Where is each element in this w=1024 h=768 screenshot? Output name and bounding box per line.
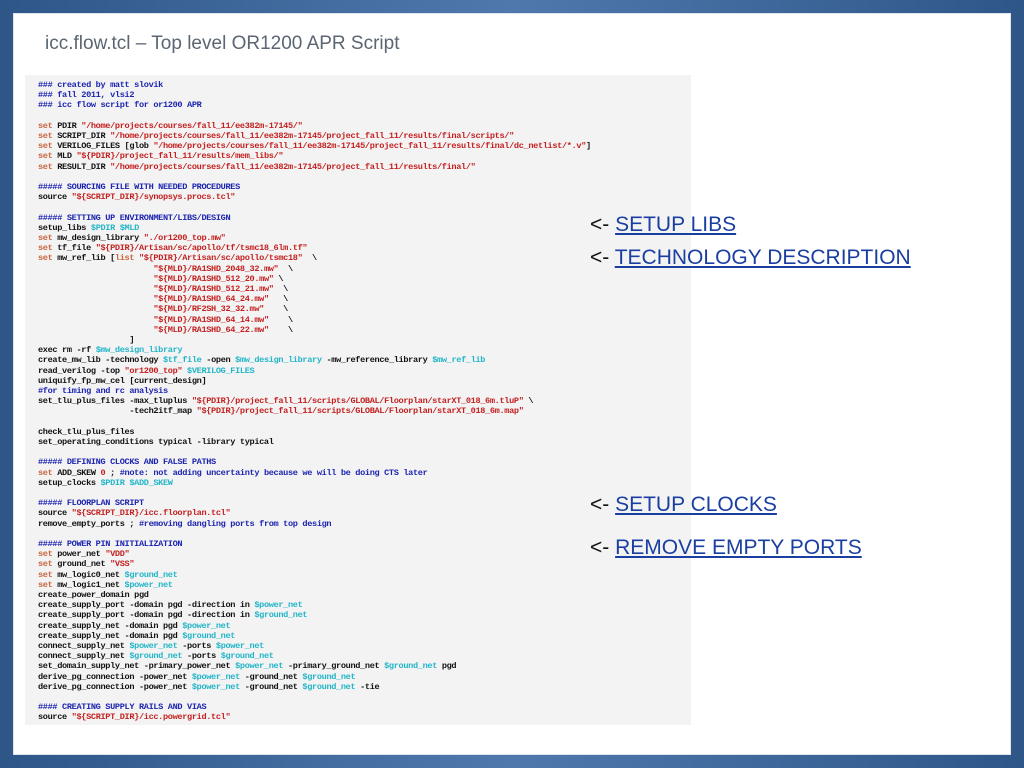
- code-line: set mw_ref_lib [list "${PDIR}/Artisan/sc…: [38, 253, 317, 264]
- code-line: set_tlu_plus_files -max_tluplus "${PDIR}…: [38, 396, 534, 407]
- arrow-label: <-: [590, 536, 616, 559]
- code-line: ##### POWER PIN INITIALIZATION: [38, 539, 183, 549]
- code-line: remove_empty_ports ; #removing dangling …: [38, 518, 332, 529]
- slide: icc.flow.tcl – Top level OR1200 APR Scri…: [13, 13, 1011, 755]
- code-line: ]: [38, 335, 135, 345]
- code-line: "${MLD}/RA1SHD_512_20.mw" \: [153, 273, 284, 284]
- code-line: ##### SOURCING FILE WITH NEEDED PROCEDUR…: [38, 182, 240, 192]
- code-line: set power_net "VDD": [38, 549, 130, 560]
- code-line: create_supply_port -domain pgd -directio…: [38, 610, 308, 621]
- code-line: -tech2itf_map "${PDIR}/project_fall_11/s…: [38, 406, 524, 417]
- code-line: ##### FLOORPLAN SCRIPT: [38, 498, 144, 509]
- arrow-label: <-: [590, 493, 616, 516]
- code-line: set MLD "${PDIR}/project_fall_11/results…: [38, 151, 284, 162]
- slide-frame: icc.flow.tcl – Top level OR1200 APR Scri…: [0, 0, 1024, 768]
- code-line: set_domain_supply_net -primary_power_net…: [38, 661, 457, 672]
- remove-empty-ports-link[interactable]: REMOVE EMPTY PORTS: [615, 536, 862, 559]
- code-line: source "${SCRIPT_DIR}/synopsys.procs.tcl…: [38, 192, 236, 203]
- code-line: ##### DEFINING CLOCKS AND FALSE PATHS: [38, 457, 216, 468]
- code-line: #for timing and rc analysis: [38, 386, 168, 396]
- code-line: create_supply_net -domain pgd $ground_ne…: [38, 630, 236, 641]
- setup-libs-link[interactable]: SETUP LIBS: [615, 213, 736, 236]
- code-line: "${MLD}/RA1SHD_64_24.mw" \: [153, 294, 288, 305]
- code-line: setup_clocks $PDIR $ADD_SKEW: [38, 477, 173, 488]
- code-line: check_tlu_plus_files: [38, 426, 135, 437]
- arrow-label: <-: [590, 246, 615, 269]
- code-line: create_mw_lib -technology $tf_file -open…: [38, 355, 486, 366]
- technology-description-link[interactable]: TECHNOLOGY DESCRIPTION: [615, 246, 911, 269]
- code-line: set_operating_conditions typical -librar…: [38, 437, 274, 447]
- code-line: #### CREATING SUPPLY RAILS AND VIAS: [38, 702, 207, 713]
- code-line: ### icc flow script for or1200 APR: [38, 100, 202, 111]
- code-line: ### created by matt slovik: [38, 80, 163, 90]
- setup-clocks-link[interactable]: SETUP CLOCKS: [615, 493, 777, 516]
- code-line: set SCRIPT_DIR "/home/projects/courses/f…: [38, 131, 514, 141]
- code-line: "${MLD}/RA1SHD_64_14.mw" \: [153, 314, 293, 325]
- code-line: connect_supply_net $ground_net -ports $g…: [38, 651, 274, 662]
- code-line: create_supply_net -domain pgd $power_net: [38, 620, 231, 631]
- code-line: derive_pg_connection -power_net $power_n…: [38, 681, 380, 692]
- code-listing: ### created by matt slovik ### fall 2011,…: [25, 75, 691, 725]
- code-line: set ADD_SKEW 0 ; #note: not adding uncer…: [38, 467, 428, 478]
- code-line: set mw_design_library "./or1200_top.mw": [38, 233, 226, 243]
- code-line: "${MLD}/RA1SHD_64_22.mw" \: [153, 324, 293, 335]
- annotation-technology-description: <- TECHNOLOGY DESCRIPTION: [590, 246, 911, 270]
- code-line: read_verilog -top "or1200_top" $VERILOG_…: [38, 365, 255, 376]
- code-line: connect_supply_net $power_net -ports $po…: [38, 641, 264, 651]
- slide-title: icc.flow.tcl – Top level OR1200 APR Scri…: [45, 33, 400, 54]
- arrow-label: <-: [590, 213, 616, 236]
- annotation-setup-libs: <- SETUP LIBS: [590, 213, 736, 237]
- code-line: "${MLD}/RA1SHD_2048_32.mw" \: [153, 263, 293, 274]
- code-line: "${MLD}/RF2SH_32_32.mw" \: [153, 304, 288, 315]
- code-line: exec rm -rf $mw_design_library: [38, 345, 183, 356]
- code-line: set RESULT_DIR "/home/projects/courses/f…: [38, 161, 476, 172]
- code-line: set mw_logic1_net $power_net: [38, 579, 173, 590]
- code-line: create_power_domain pgd: [38, 590, 149, 600]
- code-line: ##### SETTING UP ENVIRONMENT/LIBS/DESIGN: [38, 212, 231, 223]
- code-line: source "${SCRIPT_DIR}/icc.powergrid.tcl": [38, 712, 231, 723]
- code-line: create_supply_port -domain pgd -directio…: [38, 600, 303, 611]
- annotation-setup-clocks: <- SETUP CLOCKS: [590, 493, 777, 517]
- code-line: set PDIR "/home/projects/courses/fall_11…: [38, 120, 303, 131]
- code-line: set tf_file "${PDIR}/Artisan/sc/apollo/t…: [38, 243, 308, 254]
- code-line: uniquify_fp_mw_cel [current_design]: [38, 375, 207, 386]
- code-line: ### fall 2011, vlsi2: [38, 90, 135, 101]
- code-line: setup_libs $PDIR $MLD: [38, 222, 139, 233]
- code-line: set ground_net "VSS": [38, 559, 135, 570]
- code-line: set mw_logic0_net $ground_net: [38, 569, 178, 580]
- code-line: "${MLD}/RA1SHD_512_21.mw" \: [153, 284, 288, 294]
- code-line: derive_pg_connection -power_net $power_n…: [38, 671, 356, 682]
- annotation-remove-empty-ports: <- REMOVE EMPTY PORTS: [590, 536, 862, 560]
- code-line: source "${SCRIPT_DIR}/icc.floorplan.tcl": [38, 508, 231, 519]
- code-line: set VERILOG_FILES [glob "/home/projects/…: [38, 141, 591, 152]
